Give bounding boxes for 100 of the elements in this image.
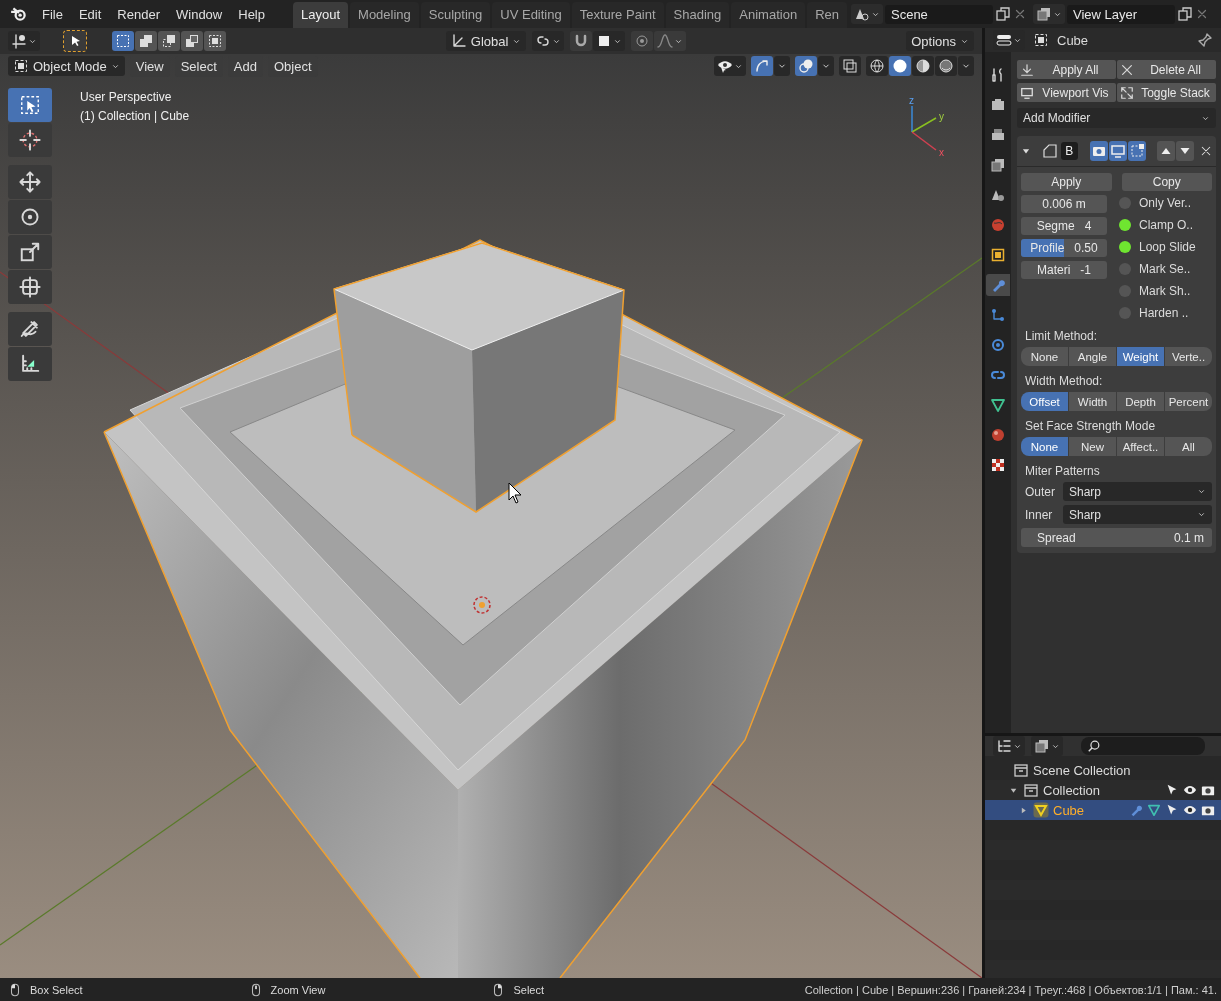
select-tool-button[interactable] (64, 31, 86, 51)
menu-item[interactable]: Window (168, 2, 231, 26)
search-field[interactable] (1081, 737, 1205, 755)
number-slider[interactable]: Profile 0.50 (1021, 239, 1107, 257)
checkbox[interactable] (1119, 263, 1131, 275)
xray-toggle[interactable] (839, 56, 861, 76)
miter-dropdown[interactable]: Sharp (1063, 505, 1212, 524)
modifier-action-button[interactable]: Toggle Stack (1117, 83, 1216, 102)
apply-button[interactable]: Apply (1021, 173, 1112, 191)
modifier-action-button[interactable]: Delete All (1117, 60, 1216, 79)
menu-item[interactable]: File (34, 2, 71, 26)
miter-dropdown[interactable]: Sharp (1063, 482, 1212, 501)
view-layer-picker[interactable] (1033, 4, 1065, 24)
pivot-link-dropdown[interactable] (532, 31, 565, 51)
close-icon[interactable] (1013, 7, 1027, 21)
shading-mode-button[interactable] (889, 56, 911, 76)
modifier-action-button[interactable]: Viewport Vis (1017, 83, 1116, 102)
checkbox[interactable] (1119, 219, 1131, 231)
snap-target-dropdown[interactable] (593, 31, 626, 51)
tool-button[interactable] (8, 312, 52, 346)
workspace-tab[interactable]: Ren (807, 2, 847, 28)
options-dropdown[interactable]: Options (906, 31, 974, 51)
segment-option[interactable]: Offset (1021, 392, 1068, 411)
copy-icon[interactable] (1177, 6, 1193, 22)
expand-triangle-icon[interactable] (1021, 146, 1031, 156)
checkbox[interactable] (1119, 285, 1131, 297)
display-toggle[interactable] (1109, 141, 1128, 161)
number-field[interactable]: Segme 4 (1021, 217, 1107, 235)
orientation-dropdown[interactable]: Global (445, 31, 527, 51)
wrench-icon[interactable] (1129, 803, 1143, 817)
workspace-tab[interactable]: Animation (731, 2, 806, 28)
workspace-tab[interactable]: Layout (293, 2, 349, 28)
select-mode-button[interactable] (181, 31, 203, 51)
segment-option[interactable]: All (1165, 437, 1212, 456)
add-modifier-dropdown[interactable]: Add Modifier (1017, 108, 1216, 128)
workspace-tab[interactable]: UV Editing (492, 2, 570, 28)
workspace-tab[interactable]: Modeling (350, 2, 419, 28)
menu-item[interactable]: Help (230, 2, 273, 26)
workspace-tab[interactable]: Shading (665, 2, 730, 28)
modifier-name-field[interactable]: B (1060, 142, 1078, 160)
menu-item[interactable]: Edit (70, 2, 110, 26)
segment-option[interactable]: Angle (1069, 347, 1116, 366)
scene-picker[interactable] (851, 4, 883, 24)
select-mode-button[interactable] (135, 31, 157, 51)
copy-icon[interactable] (995, 6, 1011, 22)
display-toggle[interactable] (1090, 141, 1109, 161)
view-layer-name-field[interactable]: View Layer (1067, 4, 1175, 24)
select-mode-button[interactable] (112, 31, 134, 51)
checkbox[interactable] (1119, 307, 1131, 319)
shading-mode-button[interactable] (935, 56, 957, 76)
tool-button[interactable] (8, 200, 52, 234)
filter-dropdown[interactable] (1031, 736, 1063, 756)
display-mode-dropdown[interactable] (993, 736, 1025, 756)
select-mode-button[interactable] (158, 31, 180, 51)
mode-dropdown[interactable]: Object Mode (8, 56, 125, 76)
segment-option[interactable]: Depth (1117, 392, 1164, 411)
tool-button[interactable] (8, 165, 52, 199)
close-icon[interactable] (1200, 145, 1212, 157)
checkbox[interactable] (1119, 197, 1131, 209)
number-field[interactable]: 0.006 m (1021, 195, 1107, 213)
pivot-dropdown[interactable] (8, 31, 40, 51)
close-icon[interactable] (1195, 7, 1209, 21)
shading-mode-button[interactable] (866, 56, 888, 76)
triangle-mesh-icon[interactable] (1147, 803, 1161, 817)
outliner-row[interactable]: Cube (985, 800, 1221, 820)
workspace-tab[interactable]: Sculpting (420, 2, 491, 28)
menu-item[interactable]: Render (109, 2, 168, 26)
eye-icon[interactable] (1183, 803, 1197, 817)
tool-button[interactable] (8, 270, 52, 304)
blender-logo-icon[interactable] (10, 5, 28, 23)
overlay-toggle[interactable] (795, 56, 817, 76)
number-field[interactable]: Materi -1 (1021, 261, 1107, 279)
scene-name-field[interactable]: Scene (885, 4, 993, 24)
segment-option[interactable]: Affect.. (1117, 437, 1164, 456)
tool-button[interactable] (8, 123, 52, 157)
pin-icon[interactable] (1197, 32, 1213, 48)
snap-toggle[interactable] (570, 31, 593, 51)
gizmo-toggle[interactable] (751, 56, 773, 76)
segment-option[interactable]: Weight (1117, 347, 1164, 366)
move-down-button[interactable] (1176, 141, 1194, 161)
tool-button[interactable] (8, 235, 52, 269)
segment-option[interactable]: None (1021, 347, 1068, 366)
modifier-action-button[interactable]: Apply All (1017, 60, 1116, 79)
visibility-dropdown[interactable] (714, 56, 746, 76)
copy-button[interactable]: Copy (1121, 173, 1212, 191)
segment-option[interactable]: None (1021, 437, 1068, 456)
segment-option[interactable]: Verte.. (1165, 347, 1212, 366)
select-mode-button[interactable] (204, 31, 226, 51)
tool-button[interactable] (8, 88, 52, 122)
segment-option[interactable]: Percent (1165, 392, 1212, 411)
falloff-dropdown[interactable] (654, 31, 687, 51)
segment-option[interactable]: Width (1069, 392, 1116, 411)
proportional-toggle[interactable] (631, 31, 654, 51)
eye-icon[interactable] (1183, 783, 1197, 797)
checkbox[interactable] (1119, 241, 1131, 253)
segment-option[interactable]: New (1069, 437, 1116, 456)
workspace-tab[interactable]: Texture Paint (571, 2, 664, 28)
tool-button[interactable] (8, 347, 52, 381)
shading-mode-button[interactable] (912, 56, 934, 76)
move-up-button[interactable] (1157, 141, 1175, 161)
